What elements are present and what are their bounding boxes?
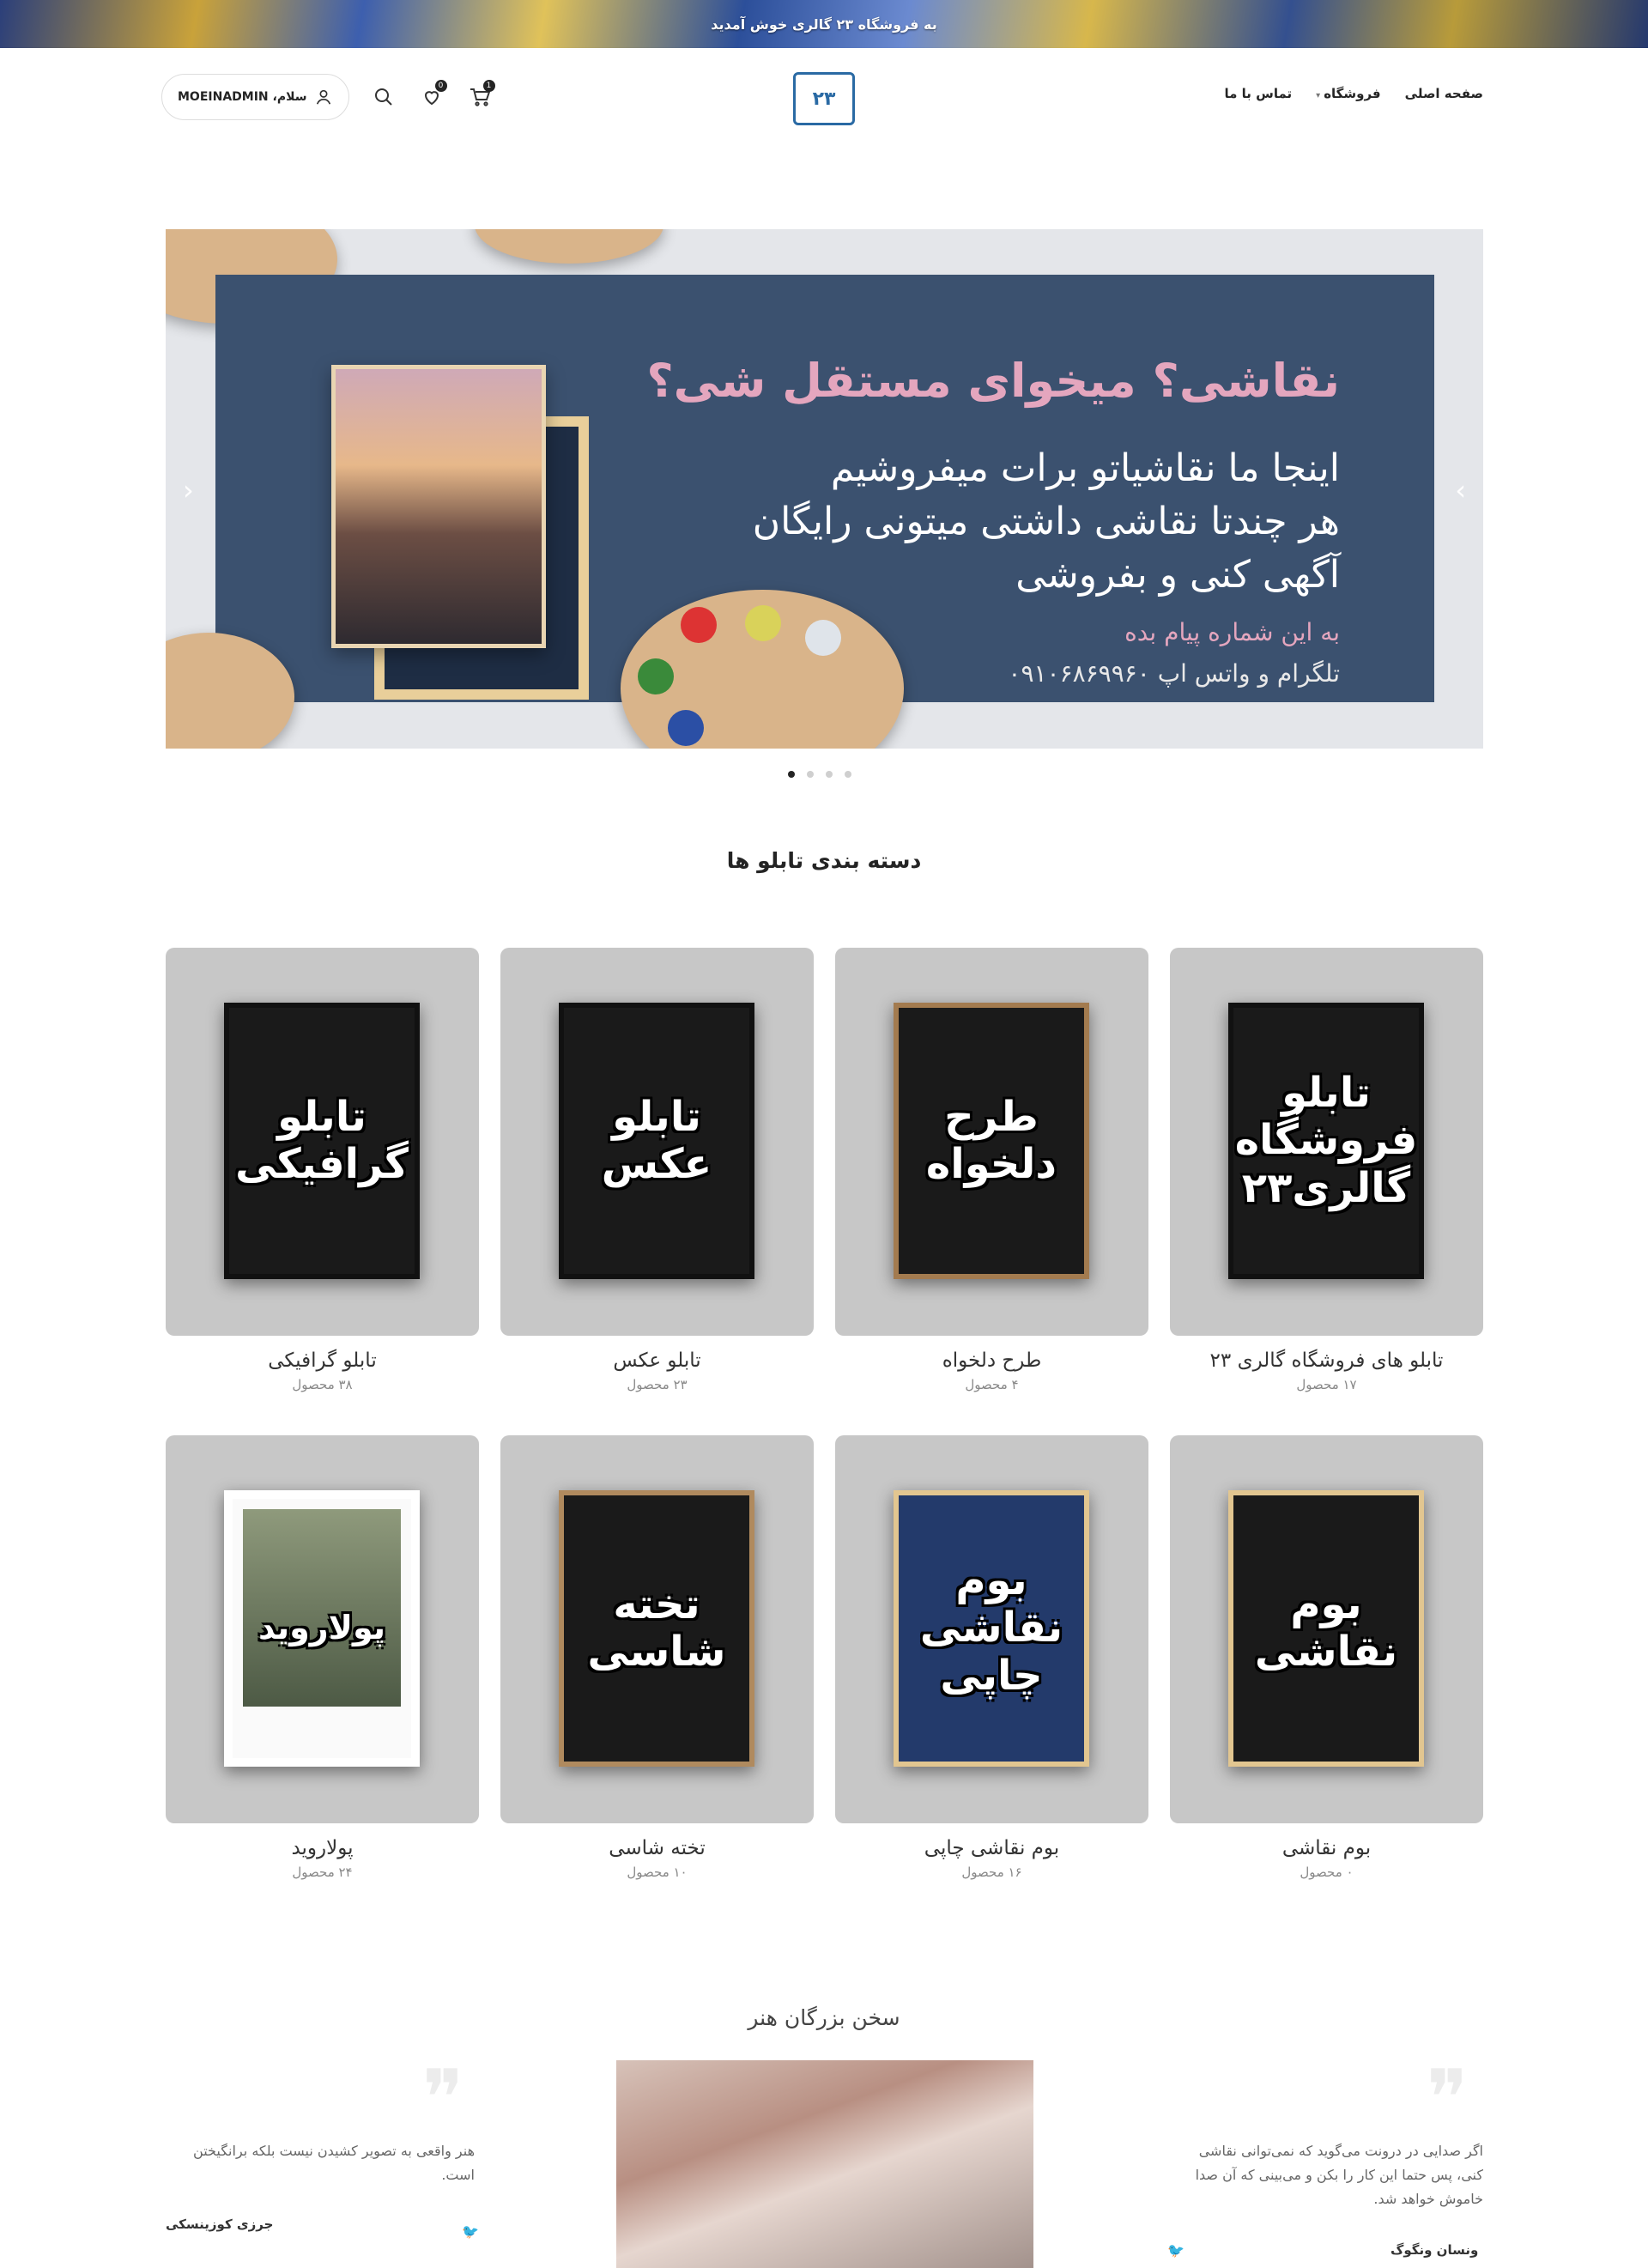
nav-home[interactable]: صفحه اصلی <box>1405 86 1483 101</box>
site-header: صفحه اصلی فروشگاه▾ تماس با ما ۲۳ سلام، M… <box>0 48 1648 144</box>
city-painting-image <box>331 365 546 648</box>
category-count: ۱۶ محصول <box>961 1865 1022 1880</box>
category-card[interactable]: بوم نقاشی بوم نقاشی ۰ محصول <box>1170 1435 1483 1880</box>
slide-line-1: اینجا ما نقاشیاتو برات میفروشیم <box>830 446 1340 490</box>
category-poster: طرح دلخواه <box>894 1003 1089 1279</box>
user-greeting: سلام، MOEINADMIN <box>178 90 307 104</box>
category-poster: تابلو عکس <box>559 1003 754 1279</box>
nav-contact[interactable]: تماس با ما <box>1225 86 1293 101</box>
cart-button[interactable]: 1 <box>466 80 495 111</box>
site-logo[interactable]: ۲۳ <box>793 72 855 125</box>
category-count: ۲۳ محصول <box>627 1377 688 1392</box>
polaroid-photo <box>243 1509 401 1707</box>
search-button[interactable] <box>370 83 397 111</box>
category-image: تابلو گرافیکی <box>166 948 479 1336</box>
quote-mark-icon: ❞ <box>1427 2053 1469 2144</box>
announcement-text: به فروشگاه ۲۳ گالری خوش آمدید <box>711 15 937 33</box>
category-count: ۱۰ محصول <box>627 1865 688 1880</box>
quote-text: اگر صدایی در درونت می‌گوید که نمی‌توانی … <box>1195 2143 1483 2207</box>
quote-author: جرزی کوزینسکی <box>166 2216 274 2232</box>
slider-dot[interactable] <box>845 771 851 778</box>
category-poster: پولاروید <box>224 1490 420 1767</box>
header-tools: سلام، MOEINADMIN 0 1 <box>161 74 495 120</box>
logo-text: ۲۳ <box>812 88 836 110</box>
slide-cta: به این شماره پیام بده <box>1124 618 1340 646</box>
account-button[interactable]: سلام، MOEINADMIN <box>161 74 349 120</box>
slider-next-button[interactable]: › <box>1455 474 1466 506</box>
category-count: ۴ محصول <box>965 1377 1019 1392</box>
poster-label: بوم نقاشی <box>1254 1580 1398 1676</box>
category-image: طرح دلخواه <box>835 948 1148 1336</box>
category-count: ۲۴ محصول <box>292 1865 353 1880</box>
slider-prev-button[interactable]: ‹ <box>183 474 194 506</box>
category-card[interactable]: تابلو عکس تابلو عکس ۲۳ محصول <box>500 948 814 1392</box>
category-count: ۰ محصول <box>1300 1865 1354 1880</box>
slide-line-2: هر چندتا نقاشی داشتی میتونی رایگان <box>752 500 1340 543</box>
category-image: تخته شاسی <box>500 1435 814 1823</box>
categories-title: دسته بندی تابلو ها <box>726 848 922 873</box>
category-poster: تابلو گرافیکی <box>224 1003 420 1279</box>
category-poster: تخته شاسی <box>559 1490 754 1767</box>
category-card[interactable]: پولاروید پولاروید ۲۴ محصول <box>166 1435 479 1880</box>
main-nav: صفحه اصلی فروشگاه▾ تماس با ما <box>1225 86 1484 101</box>
poster-label: تابلو گرافیکی <box>235 1092 409 1188</box>
cart-count-badge: 1 <box>482 80 495 92</box>
quote-author: ونسان ونگوگ <box>1390 2242 1479 2258</box>
user-icon <box>316 89 330 105</box>
twitter-icon[interactable]: 🐦 <box>462 2223 479 2240</box>
slider-dots <box>788 771 851 778</box>
category-name: طرح دلخواه <box>942 1349 1042 1372</box>
quote-text: هنر واقعی به تصویر کشیدن نیست بلکه برانگ… <box>193 2143 475 2183</box>
category-image: تابلو فروشگاه گالری۲۳ <box>1170 948 1483 1336</box>
slider-dot[interactable] <box>807 771 814 778</box>
slider-dot[interactable] <box>826 771 833 778</box>
category-name: تابلو های فروشگاه گالری ۲۳ <box>1209 1349 1444 1372</box>
category-card[interactable]: تابلو گرافیکی تابلو گرافیکی ۳۸ محصول <box>166 948 479 1392</box>
quote-mark-icon: ❞ <box>422 2053 464 2144</box>
poster-label: تابلو عکس <box>601 1092 712 1188</box>
category-name: بوم نقاشی <box>1281 1837 1372 1859</box>
category-name: تابلو عکس <box>613 1349 701 1372</box>
category-card[interactable]: تخته شاسی تخته شاسی ۱۰ محصول <box>500 1435 814 1880</box>
chevron-down-icon: ▾ <box>1316 91 1321 100</box>
search-icon <box>374 88 392 106</box>
category-name: بوم نقاشی چاپی <box>924 1837 1060 1859</box>
category-name: پولاروید <box>291 1837 354 1859</box>
category-poster: تابلو فروشگاه گالری۲۳ <box>1228 1003 1424 1279</box>
poster-label: پولاروید <box>258 1609 386 1647</box>
poster-label: بوم نقاشی چاپی <box>919 1556 1063 1700</box>
poster-label: تخته شاسی <box>587 1580 726 1676</box>
quote-artwork-image <box>616 2060 1033 2268</box>
slide-heading: نقاشی؟ میخوای مستقل شی؟ <box>646 354 1340 408</box>
slide-contact: تلگرام و واتس اپ ۰۹۱۰۶۸۶۹۹۶۰ <box>1008 659 1340 688</box>
poster-label: طرح دلخواه <box>925 1092 1057 1188</box>
poster-label: تابلو فروشگاه گالری۲۳ <box>1234 1069 1418 1212</box>
slide-line-3: آگهی کنی و بفروشی <box>1015 553 1340 597</box>
category-name: تابلو گرافیکی <box>268 1349 377 1372</box>
announcement-bar: به فروشگاه ۲۳ گالری خوش آمدید <box>0 0 1648 48</box>
slider-dot[interactable] <box>788 771 795 778</box>
category-card[interactable]: تابلو فروشگاه گالری۲۳ تابلو های فروشگاه … <box>1170 948 1483 1392</box>
wishlist-button[interactable]: 0 <box>418 80 447 111</box>
nav-shop[interactable]: فروشگاه▾ <box>1316 86 1380 101</box>
category-image: پولاروید <box>166 1435 479 1823</box>
category-poster: بوم نقاشی <box>1228 1490 1424 1767</box>
category-image: بوم نقاشی <box>1170 1435 1483 1823</box>
category-card[interactable]: بوم نقاشی چاپی بوم نقاشی چاپی ۱۶ محصول <box>835 1435 1148 1880</box>
category-count: ۱۷ محصول <box>1296 1377 1357 1392</box>
hero-slider: نقاشی؟ میخوای مستقل شی؟ اینجا ما نقاشیات… <box>166 229 1483 749</box>
category-image: تابلو عکس <box>500 948 814 1336</box>
palette-decoration <box>475 229 663 264</box>
category-name: تخته شاسی <box>609 1837 706 1859</box>
nav-shop-label: فروشگاه <box>1324 86 1381 101</box>
category-count: ۳۸ محصول <box>292 1377 353 1392</box>
category-card[interactable]: طرح دلخواه طرح دلخواه ۴ محصول <box>835 948 1148 1392</box>
category-poster: بوم نقاشی چاپی <box>894 1490 1089 1767</box>
wishlist-count-badge: 0 <box>434 80 447 92</box>
quotes-title: سخن بزرگان هنر <box>748 2005 900 2030</box>
twitter-icon[interactable]: 🐦 <box>1167 2242 1184 2259</box>
category-image: بوم نقاشی چاپی <box>835 1435 1148 1823</box>
